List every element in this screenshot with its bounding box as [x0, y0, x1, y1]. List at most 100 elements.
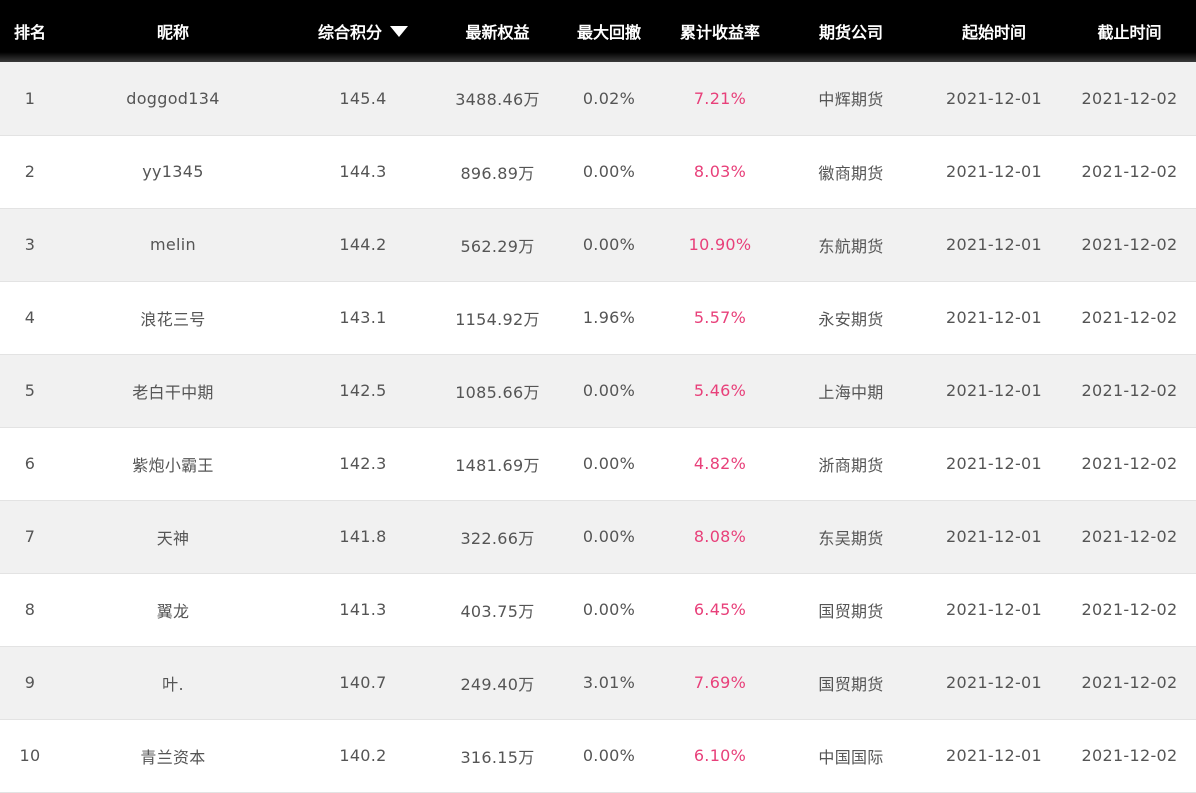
return-rate-cell: 4.82%: [693, 454, 747, 473]
return-rate-cell: 10.90%: [688, 235, 752, 254]
score-cell: 142.3: [339, 454, 387, 473]
drawdown-cell: 3.01%: [582, 673, 636, 692]
end-date-cell: 2021-12-02: [1081, 308, 1178, 327]
equity-cell: 322.66万: [460, 528, 535, 548]
company-cell: 上海中期: [818, 382, 884, 402]
start-date-cell: 2021-12-01: [946, 235, 1042, 254]
table-row[interactable]: 1 doggod134 145.4 3488.46万 0.02% 7.21% 中辉期货 202…: [0, 62, 1196, 135]
score-cell: 143.1: [339, 308, 387, 327]
equity-cell: 1154.92万: [455, 309, 540, 329]
end-date-cell: 2021-12-02: [1081, 162, 1178, 181]
end-date-cell: 2021-12-02: [1081, 88, 1178, 108]
end-date-cell: 2021-12-02: [1081, 454, 1178, 473]
start-date-cell: 2021-12-01: [946, 162, 1042, 181]
equity-cell: 1085.66万: [455, 382, 540, 402]
table-header: 排名 昵称 综合积分 最新权益 最大回撤 累计收益率 期货公司 起始时间 截止时…: [0, 0, 1196, 62]
drawdown-cell: 0.00%: [582, 162, 636, 181]
drawdown-cell: 0.00%: [582, 454, 636, 473]
nickname-cell: 叶.: [162, 674, 184, 694]
table-row[interactable]: 5 老白干中期 142.5 1085.66万 0.00% 5.46% 上海中期 2021-12…: [0, 354, 1196, 427]
company-cell: 东航期货: [818, 236, 884, 256]
rank-cell: 9: [24, 673, 36, 692]
header-company[interactable]: 期货公司: [777, 0, 925, 62]
table-row[interactable]: 4 浪花三号 143.1 1154.92万 1.96% 5.57% 永安期货 2021-12-…: [0, 281, 1196, 354]
equity-cell: 3488.46万: [455, 90, 540, 110]
drawdown-cell: 0.00%: [582, 381, 636, 400]
equity-cell: 1481.69万: [455, 455, 540, 475]
rank-cell: 10: [19, 746, 41, 765]
company-cell: 中国国际: [818, 747, 884, 767]
start-date-cell: 2021-12-01: [946, 88, 1042, 108]
return-rate-cell: 7.69%: [693, 673, 747, 692]
equity-cell: 562.29万: [460, 236, 535, 256]
caret-down-icon[interactable]: [390, 26, 408, 37]
score-cell: 141.8: [339, 527, 387, 546]
start-date-cell: 2021-12-01: [946, 527, 1042, 546]
start-date-cell: 2021-12-01: [946, 308, 1042, 327]
drawdown-cell: 1.96%: [582, 308, 636, 327]
start-date-cell: 2021-12-01: [946, 454, 1042, 473]
company-cell: 永安期货: [818, 309, 884, 329]
header-end-date[interactable]: 截止时间: [1063, 0, 1196, 62]
header-equity[interactable]: 最新权益: [440, 0, 555, 62]
company-cell: 国贸期货: [818, 601, 884, 621]
header-rank[interactable]: 排名: [0, 0, 60, 62]
score-cell: 140.7: [339, 673, 387, 692]
header-score-label: 综合积分: [317, 23, 382, 42]
score-cell: 144.2: [339, 235, 387, 254]
rank-cell: 6: [24, 454, 36, 473]
nickname-cell: 浪花三号: [140, 309, 206, 329]
header-row: 排名 昵称 综合积分 最新权益 最大回撤 累计收益率 期货公司 起始时间 截止时…: [0, 0, 1196, 62]
drawdown-cell: 0.00%: [582, 746, 636, 765]
nickname-cell: 天神: [156, 528, 190, 548]
equity-cell: 249.40万: [460, 674, 535, 694]
nickname-cell: 紫炮小霸王: [132, 455, 214, 475]
table-row[interactable]: 3 melin 144.2 562.29万 0.00% 10.90% 东航期货 2021-12…: [0, 208, 1196, 281]
end-date-cell: 2021-12-02: [1081, 673, 1178, 692]
start-date-cell: 2021-12-01: [946, 673, 1042, 692]
score-cell: 140.2: [339, 746, 387, 765]
table-row[interactable]: 7 天神 141.8 322.66万 0.00% 8.08% 东吴期货 2021-12-01 2…: [0, 500, 1196, 573]
drawdown-cell: 0.00%: [582, 235, 636, 254]
drawdown-cell: 0.00%: [582, 527, 636, 546]
score-cell: 145.4: [339, 88, 387, 108]
end-date-cell: 2021-12-02: [1081, 381, 1178, 400]
header-score[interactable]: 综合积分: [286, 0, 440, 62]
table-row[interactable]: 10 青兰资本 140.2 316.15万 0.00% 6.10% 中国国际 2021-12-…: [0, 719, 1196, 792]
score-cell: 141.3: [339, 600, 387, 619]
table-body: 1 doggod134 145.4 3488.46万 0.02% 7.21% 中辉期货 202…: [0, 62, 1196, 792]
rank-cell: 5: [24, 381, 36, 400]
header-start-date[interactable]: 起始时间: [925, 0, 1063, 62]
return-rate-cell: 7.21%: [693, 88, 747, 108]
company-cell: 浙商期货: [818, 455, 884, 475]
company-cell: 国贸期货: [818, 674, 884, 694]
nickname-cell: 青兰资本: [140, 747, 206, 767]
header-nickname[interactable]: 昵称: [60, 0, 286, 62]
company-cell: 东吴期货: [818, 528, 884, 548]
header-drawdown[interactable]: 最大回撤: [555, 0, 663, 62]
return-rate-cell: 8.03%: [693, 162, 747, 181]
company-cell: 徽商期货: [818, 163, 884, 183]
rank-cell: 3: [24, 235, 36, 254]
table-row[interactable]: 9 叶. 140.7 249.40万 3.01% 7.69% 国贸期货 2021-12-01 2…: [0, 646, 1196, 719]
return-rate-cell: 6.45%: [693, 600, 747, 619]
nickname-cell: 翼龙: [156, 601, 190, 621]
table-row[interactable]: 6 紫炮小霸王 142.3 1481.69万 0.00% 4.82% 浙商期货 2021-12…: [0, 427, 1196, 500]
start-date-cell: 2021-12-01: [946, 746, 1042, 765]
rank-cell: 8: [24, 600, 36, 619]
end-date-cell: 2021-12-02: [1081, 235, 1178, 254]
drawdown-cell: 0.02%: [582, 88, 636, 108]
rank-cell: 4: [24, 308, 36, 327]
company-cell: 中辉期货: [818, 90, 884, 110]
rank-cell: 7: [24, 527, 36, 546]
table-row[interactable]: 2 yy1345 144.3 896.89万 0.00% 8.03% 徽商期货 2021-12…: [0, 135, 1196, 208]
equity-cell: 403.75万: [460, 601, 535, 621]
ranking-table: 排名 昵称 综合积分 最新权益 最大回撤 累计收益率 期货公司 起始时间 截止时…: [0, 0, 1196, 793]
return-rate-cell: 6.10%: [693, 746, 747, 765]
table-row[interactable]: 8 翼龙 141.3 403.75万 0.00% 6.45% 国贸期货 2021-12-01 2…: [0, 573, 1196, 646]
score-cell: 144.3: [339, 162, 387, 181]
return-rate-cell: 5.46%: [693, 381, 747, 400]
header-return-rate[interactable]: 累计收益率: [663, 0, 777, 62]
nickname-cell: 老白干中期: [132, 382, 214, 402]
end-date-cell: 2021-12-02: [1081, 746, 1178, 765]
